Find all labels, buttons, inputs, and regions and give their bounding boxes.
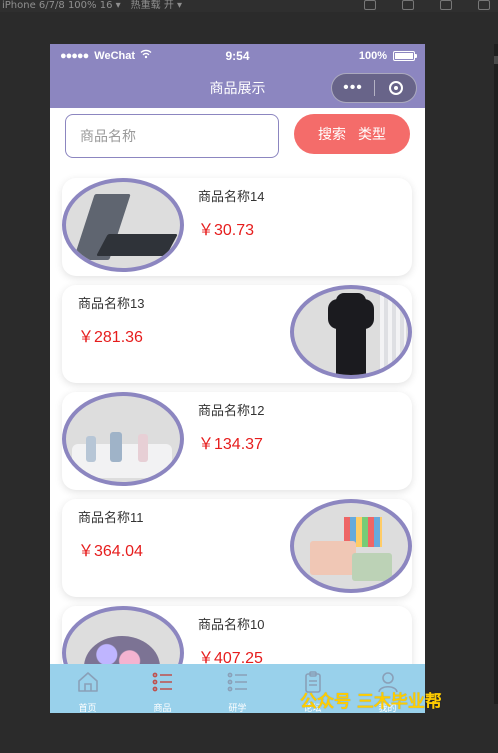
product-name: 商品名称13 <box>78 296 145 311</box>
product-price: ￥364.04 <box>78 543 143 560</box>
refresh-icon[interactable] <box>364 0 376 10</box>
tab-label: 首页 <box>78 703 97 713</box>
tab-home[interactable]: 首页 <box>50 664 125 713</box>
product-card[interactable]: 商品名称11 ￥364.04 <box>62 499 412 597</box>
organizer-drawer <box>310 541 356 575</box>
product-name: 商品名称12 <box>198 403 265 418</box>
bouquet-flowers <box>84 636 160 664</box>
target-icon <box>388 81 403 95</box>
tab-label: 研学 <box>228 703 247 713</box>
side-scrollbar[interactable] <box>494 44 498 704</box>
devtools-toolbar: iPhone 6/7/8 100% 16 ▾ 热重载 开 ▾ <box>0 0 498 12</box>
product-price: ￥281.36 <box>78 329 143 346</box>
record-icon[interactable] <box>402 0 414 10</box>
close-capsule-button[interactable] <box>375 81 416 95</box>
clothing-pants <box>336 293 366 375</box>
laptop-base <box>96 234 178 256</box>
organizer-cup <box>86 436 96 462</box>
clothing-curtain <box>380 291 406 375</box>
product-name: 商品名称10 <box>198 617 265 632</box>
product-name: 商品名称14 <box>198 189 265 204</box>
battery-percent: 100% <box>358 50 387 62</box>
product-price: ￥407.25 <box>198 650 263 664</box>
hot-reload-toggle[interactable]: 热重载 开 ▾ <box>131 0 182 12</box>
list-icon <box>225 664 251 699</box>
battery-icon <box>393 51 417 61</box>
search-label: 搜索 <box>318 126 346 142</box>
product-card[interactable]: 商品名称12 ￥134.37 <box>62 392 412 490</box>
product-price: ￥30.73 <box>198 222 255 239</box>
product-price: ￥134.37 <box>198 436 263 453</box>
product-image-desk-organizer[interactable] <box>290 499 412 593</box>
product-image-laptop[interactable] <box>62 178 184 272</box>
home-icon <box>75 664 101 699</box>
devtools-actions <box>364 0 490 10</box>
tab-label: 商品 <box>153 703 172 713</box>
battery: 100% <box>358 44 417 68</box>
product-image-bathroom-organizer[interactable] <box>62 392 184 486</box>
organizer-cup <box>110 432 122 462</box>
phone-screen: ●●●●● WeChat 9:54 100% 商品展示 ••• 商品名称 搜索 … <box>50 44 425 713</box>
navigation-bar: 商品展示 ••• <box>50 68 425 108</box>
phone-icon[interactable] <box>440 0 452 10</box>
tab-study[interactable]: 研学 <box>200 664 275 713</box>
miniprogram-capsule: ••• <box>331 73 417 103</box>
product-card[interactable]: 商品名称10 ￥407.25 <box>62 606 412 664</box>
product-image-flower-bouquet[interactable] <box>62 606 184 664</box>
product-list[interactable]: 商品名称14 ￥30.73 商品名称13 ￥281.36 商品名称12 ￥134… <box>50 164 425 664</box>
organizer-box <box>352 553 392 581</box>
search-button[interactable]: 搜索 类型 <box>294 114 410 154</box>
organizer-cup <box>138 434 148 462</box>
status-bar: ●●●●● WeChat 9:54 100% <box>50 44 425 68</box>
product-image-clothing[interactable] <box>290 285 412 379</box>
watermark-text: 公众号 三木毕业帮 <box>300 692 442 712</box>
search-input[interactable] <box>65 114 279 158</box>
tab-products[interactable]: 商品 <box>125 664 200 713</box>
search-bar: 搜索 类型 <box>50 108 425 164</box>
device-selector[interactable]: iPhone 6/7/8 100% 16 ▾ <box>2 0 121 12</box>
product-card[interactable]: 商品名称14 ￥30.73 <box>62 178 412 276</box>
copy-icon[interactable] <box>478 0 490 10</box>
list-icon <box>150 664 176 699</box>
more-icon[interactable]: ••• <box>332 74 374 102</box>
product-name: 商品名称11 <box>78 510 144 525</box>
product-card[interactable]: 商品名称13 ￥281.36 <box>62 285 412 383</box>
type-label[interactable]: 类型 <box>358 124 386 144</box>
